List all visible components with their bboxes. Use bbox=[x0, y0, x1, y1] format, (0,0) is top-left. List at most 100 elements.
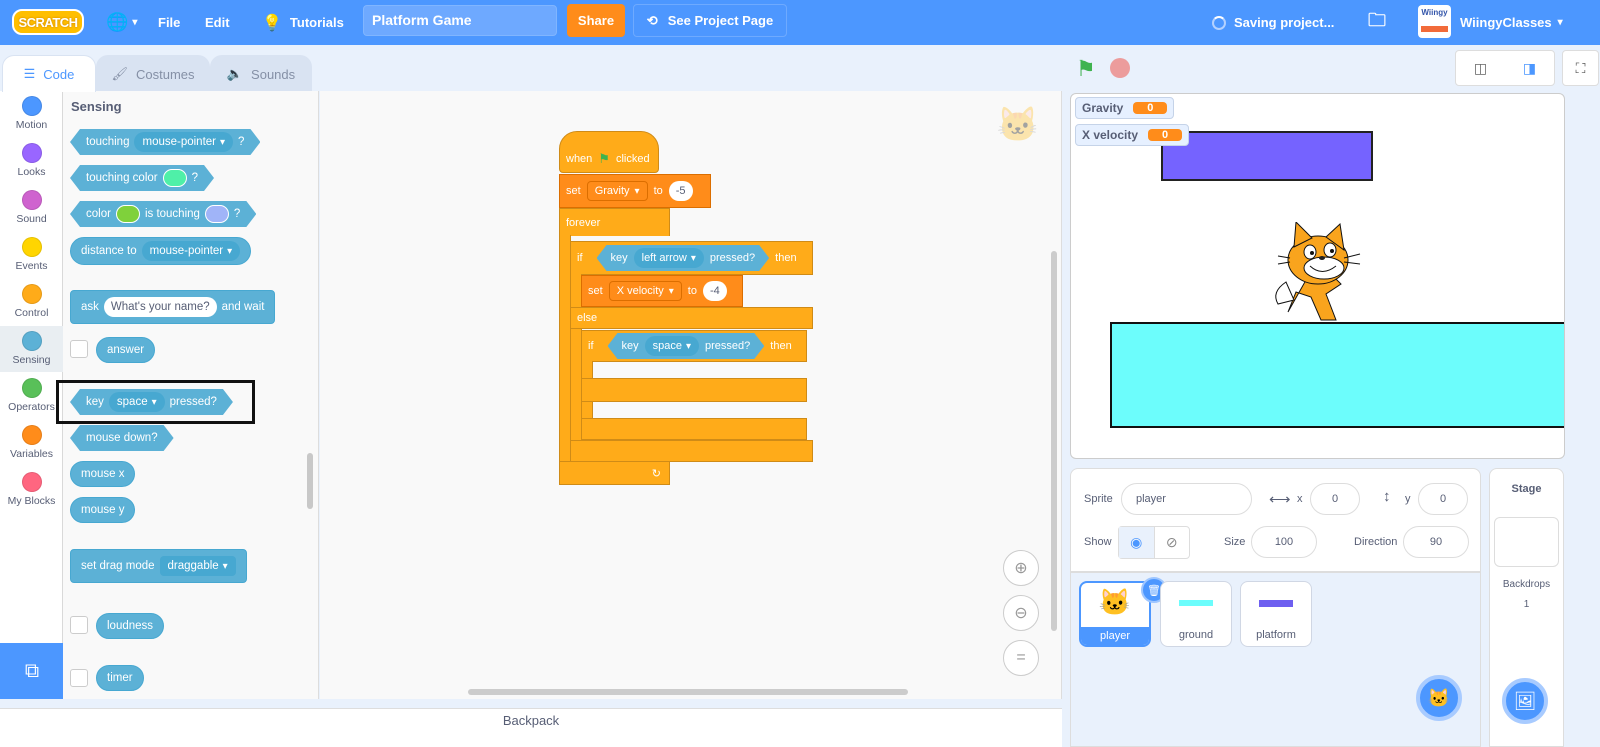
dropdown-value: Gravity bbox=[594, 185, 630, 197]
backpack[interactable]: Backpack bbox=[0, 708, 1062, 747]
code-workspace[interactable]: 🐱 when ⚑ clicked set Gravity to -5 forev… bbox=[320, 91, 1062, 699]
size-input[interactable]: 100 bbox=[1251, 526, 1317, 558]
see-project-page-button[interactable]: ⟲ See Project Page bbox=[633, 4, 787, 37]
gravity-monitor[interactable]: Gravity 0 bbox=[1075, 97, 1175, 119]
category-looks[interactable]: Looks bbox=[0, 138, 63, 184]
workspace-vertical-scrollbar[interactable] bbox=[1051, 251, 1057, 631]
direction-label: Direction bbox=[1354, 536, 1398, 548]
ask-question-input[interactable]: What's your name? bbox=[103, 297, 217, 317]
set-drag-mode-block[interactable]: set drag mode draggable bbox=[70, 549, 247, 583]
palette-scrollbar[interactable] bbox=[307, 453, 313, 509]
tab-code[interactable]: ☰ Code bbox=[2, 55, 96, 92]
ask-and-wait-block[interactable]: ask What's your name? and wait bbox=[70, 290, 276, 324]
project-title-input[interactable]: Platform Game bbox=[363, 5, 557, 36]
timer-block[interactable]: timer bbox=[96, 665, 144, 691]
scratch-logo[interactable]: SCRATCH bbox=[12, 9, 84, 35]
stage[interactable]: Gravity 0 X velocity 0 bbox=[1070, 93, 1565, 459]
block-label: then bbox=[775, 252, 797, 264]
sprite-name-input[interactable]: player bbox=[1121, 483, 1252, 515]
green-flag-button[interactable]: ⚑ bbox=[1076, 56, 1096, 82]
key-dropdown[interactable]: space bbox=[645, 336, 699, 356]
dropdown-value: left arrow bbox=[641, 252, 687, 264]
zoom-reset-button[interactable]: = bbox=[1003, 640, 1039, 676]
when-flag-clicked-block[interactable]: when ⚑ clicked bbox=[559, 131, 659, 173]
sprite-tile-platform[interactable]: platform bbox=[1240, 581, 1312, 647]
set-gravity-block[interactable]: set Gravity to -5 bbox=[559, 174, 711, 208]
saving-status: Saving project... bbox=[1212, 0, 1334, 45]
direction-input[interactable]: 90 bbox=[1403, 526, 1469, 558]
category-sensing[interactable]: Sensing bbox=[0, 326, 63, 372]
tab-costumes[interactable]: 🖌 Costumes bbox=[96, 55, 210, 92]
timer-monitor-checkbox[interactable] bbox=[70, 669, 88, 687]
fullscreen-button[interactable]: ⛶ bbox=[1562, 50, 1599, 86]
value-input[interactable]: -4 bbox=[702, 281, 727, 301]
mouse-y-block[interactable]: mouse y bbox=[70, 497, 136, 523]
block-label: ? bbox=[191, 172, 199, 184]
nested-if-else-block[interactable]: if key space pressed? then bbox=[581, 330, 807, 362]
tab-sounds-label: Sounds bbox=[251, 66, 296, 82]
add-extension-button[interactable]: ⧉ bbox=[0, 643, 64, 699]
touching-target-dropdown[interactable]: mouse-pointer bbox=[134, 132, 233, 152]
hide-sprite-button[interactable]: ⊘ bbox=[1155, 527, 1190, 558]
forever-block[interactable]: forever bbox=[559, 208, 670, 236]
variable-dropdown[interactable]: Gravity bbox=[586, 181, 648, 201]
zoom-in-button[interactable]: ⊕ bbox=[1003, 550, 1039, 586]
category-operators[interactable]: Operators bbox=[0, 373, 63, 419]
x-position-input[interactable]: 0 bbox=[1310, 483, 1360, 515]
variable-dropdown[interactable]: X velocity bbox=[608, 281, 682, 301]
loudness-monitor-checkbox[interactable] bbox=[70, 616, 88, 634]
edit-menu[interactable]: Edit bbox=[205, 0, 230, 45]
touching-color-block[interactable]: touching color ? bbox=[70, 165, 214, 191]
distance-target-dropdown[interactable]: mouse-pointer bbox=[141, 241, 241, 261]
answer-monitor-checkbox[interactable] bbox=[70, 340, 88, 358]
zoom-out-button[interactable]: ⊖ bbox=[1003, 595, 1039, 631]
normal-stage-button[interactable]: ◨ bbox=[1505, 51, 1554, 85]
drag-mode-dropdown[interactable]: draggable bbox=[159, 556, 236, 576]
workspace-horizontal-scrollbar[interactable] bbox=[468, 689, 908, 695]
tab-sounds[interactable]: 🔈 Sounds bbox=[210, 55, 312, 92]
stop-button[interactable] bbox=[1110, 58, 1130, 78]
file-menu[interactable]: File bbox=[158, 0, 180, 45]
key-pressed-condition[interactable]: key left arrow pressed? bbox=[597, 245, 770, 271]
mouse-down-block[interactable]: mouse down? bbox=[70, 425, 174, 451]
value-input[interactable]: -5 bbox=[668, 181, 693, 201]
stage-target-panel[interactable]: Stage Backdrops 1 🖼 bbox=[1489, 468, 1564, 747]
color-swatch[interactable] bbox=[163, 169, 187, 187]
account-menu[interactable]: WiingyClasses ▾ bbox=[1460, 0, 1563, 45]
category-motion[interactable]: Motion bbox=[0, 91, 63, 137]
small-stage-button[interactable]: ◫ bbox=[1456, 51, 1505, 85]
answer-block[interactable]: answer bbox=[96, 337, 156, 363]
sprite-tile-player[interactable]: 🐱 player 🗑 bbox=[1079, 577, 1167, 647]
touching-block[interactable]: touching mouse-pointer ? bbox=[70, 129, 260, 155]
key-pressed-condition[interactable]: key space pressed? bbox=[608, 333, 765, 359]
key-dropdown[interactable]: left arrow bbox=[634, 248, 704, 268]
block-label: ask bbox=[81, 301, 99, 313]
block-label: and wait bbox=[221, 301, 265, 313]
sprite-tile-ground[interactable]: ground bbox=[1160, 581, 1232, 647]
category-events[interactable]: Events bbox=[0, 232, 63, 278]
category-control[interactable]: Control bbox=[0, 279, 63, 325]
if-else-block[interactable]: if key left arrow pressed? then bbox=[570, 241, 813, 275]
my-stuff-button[interactable]: 🗀 bbox=[1368, 0, 1386, 45]
category-variables[interactable]: Variables bbox=[0, 420, 63, 466]
show-sprite-button[interactable]: ◉ bbox=[1119, 527, 1155, 558]
color-swatch[interactable] bbox=[205, 205, 229, 223]
choose-sprite-button[interactable]: 🐱 bbox=[1416, 675, 1462, 721]
color-is-touching-block[interactable]: color is touching ? bbox=[70, 201, 256, 227]
category-sound[interactable]: Sound bbox=[0, 185, 63, 231]
choose-backdrop-button[interactable]: 🖼 bbox=[1502, 678, 1548, 724]
category-my-blocks[interactable]: My Blocks bbox=[0, 467, 63, 513]
color-swatch[interactable] bbox=[116, 205, 140, 223]
language-menu[interactable]: 🌐 ▾ bbox=[106, 0, 137, 45]
y-position-input[interactable]: 0 bbox=[1418, 483, 1468, 515]
loudness-block[interactable]: loudness bbox=[96, 613, 165, 639]
globe-icon: 🌐 bbox=[106, 12, 129, 32]
set-x-velocity-block[interactable]: set X velocity to -4 bbox=[581, 275, 743, 307]
distance-to-block[interactable]: distance to mouse-pointer bbox=[70, 237, 252, 265]
tutorials-button[interactable]: 💡 Tutorials bbox=[262, 0, 344, 45]
mouse-x-block[interactable]: mouse x bbox=[70, 461, 136, 487]
share-button[interactable]: Share bbox=[567, 4, 625, 37]
x-velocity-monitor[interactable]: X velocity 0 bbox=[1075, 124, 1190, 146]
avatar[interactable]: Wiingy bbox=[1418, 5, 1451, 38]
chevron-down-icon: ▾ bbox=[1557, 17, 1563, 28]
